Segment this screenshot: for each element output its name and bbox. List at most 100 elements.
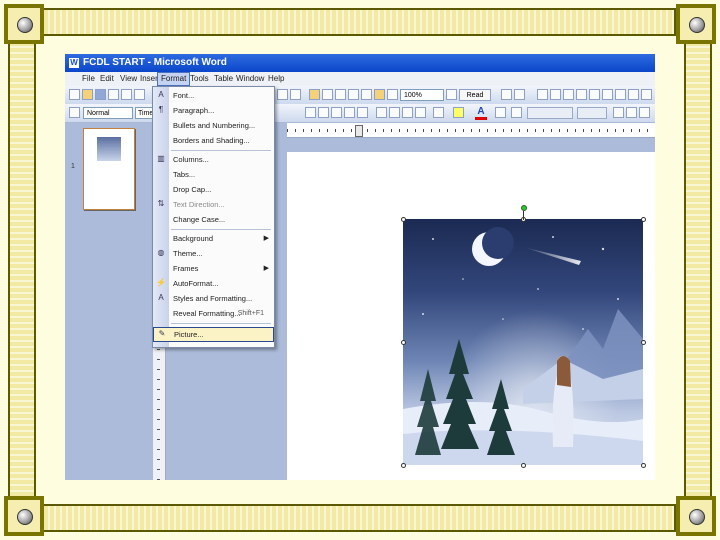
picture-toolbar-icon[interactable] bbox=[537, 89, 548, 100]
winter-night-picture[interactable] bbox=[403, 219, 643, 465]
styles-icon[interactable] bbox=[511, 107, 522, 118]
horizontal-ruler[interactable] bbox=[287, 123, 655, 138]
hyperlink-icon[interactable] bbox=[309, 89, 320, 100]
autosum-icon[interactable] bbox=[639, 107, 650, 118]
submenu-arrow-icon: ▶ bbox=[263, 235, 269, 242]
menu-item-borders-shading[interactable]: Borders and Shading... bbox=[153, 133, 274, 148]
insert-excel-icon[interactable] bbox=[348, 89, 359, 100]
permission-icon[interactable] bbox=[108, 89, 119, 100]
menu-item-background[interactable]: Background ▶ bbox=[153, 231, 274, 246]
menu-item-frames[interactable]: Frames ▶ bbox=[153, 261, 274, 276]
redo-icon[interactable] bbox=[290, 89, 301, 100]
submenu-arrow-icon: ▶ bbox=[263, 265, 269, 272]
toolbar-options-icon[interactable] bbox=[495, 107, 506, 118]
new-document-icon[interactable] bbox=[69, 89, 80, 100]
menu-item-change-case[interactable]: Change Case... bbox=[153, 212, 274, 227]
resize-handle-bottom-left[interactable] bbox=[401, 463, 406, 468]
rotation-stem bbox=[523, 211, 524, 220]
increase-indent-icon[interactable] bbox=[415, 107, 426, 118]
word-app-icon: W bbox=[69, 58, 79, 68]
highlight-icon[interactable] bbox=[514, 89, 525, 100]
menu-separator bbox=[171, 323, 271, 324]
indent-marker[interactable] bbox=[355, 125, 363, 137]
bullets-icon[interactable] bbox=[389, 107, 400, 118]
resize-handle-top-right[interactable] bbox=[641, 217, 646, 222]
menu-item-label: Bullets and Numbering... bbox=[173, 121, 256, 130]
menu-tools[interactable]: Tools bbox=[187, 72, 212, 86]
menu-item-theme[interactable]: ◍ Theme... bbox=[153, 246, 274, 261]
insert-table-icon[interactable] bbox=[335, 89, 346, 100]
center-icon[interactable] bbox=[318, 107, 329, 118]
menu-item-label: Picture... bbox=[174, 330, 204, 339]
styles-pane-icon[interactable] bbox=[69, 107, 80, 118]
print-icon[interactable] bbox=[121, 89, 132, 100]
font-size-combo[interactable] bbox=[577, 107, 607, 119]
drawing-icon[interactable] bbox=[374, 89, 385, 100]
zoom-box[interactable]: 100% bbox=[400, 89, 444, 101]
rotation-handle[interactable] bbox=[521, 205, 527, 211]
table-autoformat-icon[interactable] bbox=[613, 107, 624, 118]
read-button[interactable]: Read bbox=[459, 89, 491, 101]
page-thumbnail[interactable] bbox=[83, 128, 135, 210]
menu-item-label: Tabs... bbox=[173, 170, 196, 179]
menu-item-label: Font... bbox=[173, 91, 195, 100]
brightness-icon[interactable] bbox=[576, 89, 587, 100]
rotate-icon[interactable] bbox=[563, 89, 574, 100]
menu-item-styles-formatting[interactable]: A Styles and Formatting... bbox=[153, 291, 274, 306]
save-icon[interactable] bbox=[95, 89, 106, 100]
compress-icon[interactable] bbox=[602, 89, 613, 100]
align-left-icon[interactable] bbox=[305, 107, 316, 118]
show-hide-icon[interactable] bbox=[387, 89, 398, 100]
resize-handle-bottom-right[interactable] bbox=[641, 463, 646, 468]
menu-item-autoformat[interactable]: ⚡ AutoFormat... bbox=[153, 276, 274, 291]
format-picture-icon[interactable] bbox=[628, 89, 639, 100]
undo-icon[interactable] bbox=[277, 89, 288, 100]
crop-icon[interactable] bbox=[550, 89, 561, 100]
menu-item-tabs[interactable]: Tabs... bbox=[153, 167, 274, 182]
menu-item-bullets-numbering[interactable]: Bullets and Numbering... bbox=[153, 118, 274, 133]
menu-item-label: Change Case... bbox=[173, 215, 226, 224]
align-right-icon[interactable] bbox=[331, 107, 342, 118]
contrast-icon[interactable] bbox=[589, 89, 600, 100]
menu-item-drop-cap[interactable]: Drop Cap... bbox=[153, 182, 274, 197]
menu-item-reveal-formatting[interactable]: Reveal Formatting... Shift+F1 bbox=[153, 306, 274, 321]
frame-corner-top-right bbox=[676, 4, 716, 44]
menu-item-columns[interactable]: ▥ Columns... bbox=[153, 152, 274, 167]
menu-edit[interactable]: Edit bbox=[97, 72, 117, 86]
frame-top-bar bbox=[40, 8, 676, 36]
menu-item-paragraph[interactable]: ¶ Paragraph... bbox=[153, 103, 274, 118]
font-icon: A bbox=[158, 90, 164, 99]
menu-window[interactable]: Window bbox=[233, 72, 267, 86]
menu-item-label: AutoFormat... bbox=[173, 279, 219, 288]
text-wrapping-icon[interactable] bbox=[615, 89, 626, 100]
print-preview-icon[interactable] bbox=[134, 89, 145, 100]
menu-file[interactable]: File bbox=[79, 72, 98, 86]
numbering-icon[interactable] bbox=[376, 107, 387, 118]
resize-handle-left[interactable] bbox=[401, 340, 406, 345]
justify-icon[interactable] bbox=[344, 107, 355, 118]
menu-item-label: Borders and Shading... bbox=[173, 136, 250, 145]
resize-handle-top-left[interactable] bbox=[401, 217, 406, 222]
resize-handle-right[interactable] bbox=[641, 340, 646, 345]
highlight-color-icon[interactable] bbox=[453, 107, 464, 118]
style-combo[interactable] bbox=[527, 107, 573, 119]
style-box[interactable]: Normal bbox=[83, 107, 133, 119]
set-transparent-icon[interactable] bbox=[641, 89, 652, 100]
outside-border-icon[interactable] bbox=[433, 107, 444, 118]
help-icon[interactable] bbox=[446, 89, 457, 100]
open-folder-icon[interactable] bbox=[82, 89, 93, 100]
menu-format[interactable]: Format bbox=[157, 72, 191, 86]
menu-help[interactable]: Help bbox=[265, 72, 287, 86]
columns-icon[interactable] bbox=[361, 89, 372, 100]
menu-item-picture[interactable]: ✎ Picture... bbox=[153, 327, 274, 342]
menu-item-label: Theme... bbox=[173, 249, 203, 258]
paragraph-icon: ¶ bbox=[158, 105, 164, 114]
sort-icon[interactable] bbox=[626, 107, 637, 118]
menu-item-font[interactable]: A Font... bbox=[153, 88, 274, 103]
borders-icon[interactable] bbox=[501, 89, 512, 100]
resize-handle-bottom[interactable] bbox=[521, 463, 526, 468]
decrease-indent-icon[interactable] bbox=[402, 107, 413, 118]
tables-borders-icon[interactable] bbox=[322, 89, 333, 100]
line-spacing-icon[interactable] bbox=[357, 107, 368, 118]
font-color-icon[interactable]: A bbox=[475, 106, 487, 120]
